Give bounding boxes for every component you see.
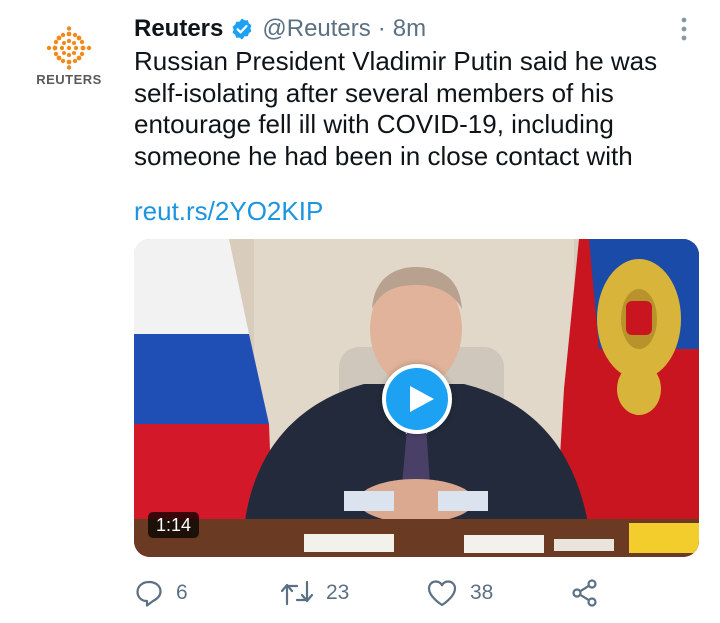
retweet-icon xyxy=(280,580,314,606)
avatar-label: REUTERS xyxy=(36,72,102,87)
like-count: 38 xyxy=(470,581,494,604)
author-avatar[interactable]: REUTERS xyxy=(30,26,108,96)
tweet-text-line: Russian President Vladimir Putin said he… xyxy=(134,46,658,76)
reuters-logo xyxy=(46,26,92,70)
tweet-text: Russian President Vladimir Putin said he… xyxy=(134,46,714,172)
tweet-header: Reuters @Reuters · 8m xyxy=(134,12,426,46)
tweet-text-line: entourage fell ill with COVID-19, includ… xyxy=(134,109,614,139)
verified-badge-icon xyxy=(230,17,254,41)
author-handle[interactable]: @Reuters xyxy=(262,15,370,43)
reply-button[interactable]: 6 xyxy=(134,573,188,613)
like-button[interactable]: 38 xyxy=(426,573,493,613)
tweet-timestamp[interactable]: 8m xyxy=(393,15,426,43)
author-name[interactable]: Reuters xyxy=(134,15,223,43)
tweet-actions: 6 23 38 xyxy=(134,573,704,613)
tweet-text-line: self-isolating after several members of … xyxy=(134,77,614,108)
video-thumbnail[interactable]: 1:14 xyxy=(134,239,699,557)
like-icon xyxy=(427,580,457,607)
retweet-count: 23 xyxy=(326,581,350,604)
share-icon xyxy=(572,579,597,607)
play-icon xyxy=(410,386,434,412)
reply-icon xyxy=(136,580,162,607)
tweet-link[interactable]: reut.rs/2YO2KIP xyxy=(134,196,323,227)
reply-count: 6 xyxy=(176,581,188,604)
separator-dot: · xyxy=(377,15,386,42)
tweet-text-line: someone he had been in close contact wit… xyxy=(134,140,633,171)
play-button[interactable] xyxy=(382,364,452,434)
video-duration: 1:14 xyxy=(148,512,200,538)
share-button[interactable] xyxy=(570,573,600,613)
retweet-button[interactable]: 23 xyxy=(280,573,349,613)
